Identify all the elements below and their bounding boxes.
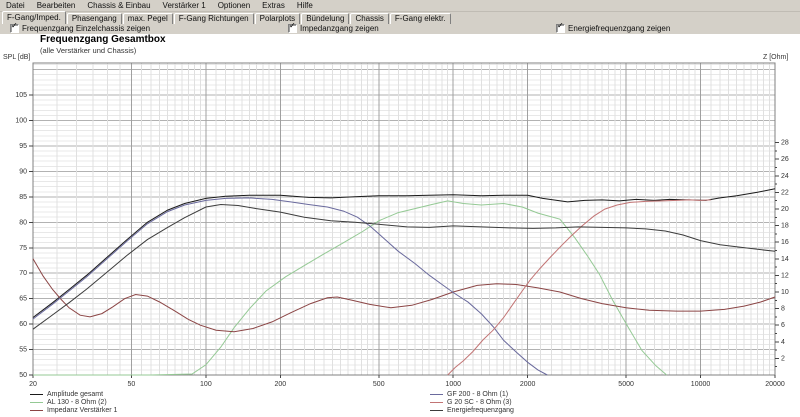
y-right-tick-label: 22 [781,189,789,196]
x-tick-label: 20000 [765,381,785,388]
legend-item: Impedanz Verstärker 1 [30,406,117,414]
y-right-tick-label: 2 [781,355,785,362]
y-left-tick-label: 105 [15,92,27,99]
legend-swatch-icon [30,393,43,395]
y-right-tick-label: 14 [781,256,789,263]
x-tick-label: 10000 [691,381,711,388]
y-left-tick-label: 60 [19,321,27,328]
x-tick-label: 1000 [445,381,461,388]
y-left-tick-label: 100 [15,118,27,125]
y-right-tick-label: 18 [781,223,789,230]
legend-label: Energiefrequenzgang [447,406,514,414]
x-tick-label: 100 [200,381,212,388]
legend-swatch-icon [430,401,443,403]
legend-item: G 20 SC - 8 Ohm (3) [430,398,514,406]
y-right-tick-label: 6 [781,322,785,329]
y-right-tick-label: 12 [781,272,789,279]
x-tick-label: 500 [373,381,385,388]
y-right-tick-label: 4 [781,339,785,346]
x-tick-label: 200 [274,381,286,388]
y-left-tick-label: 50 [19,372,27,379]
y-right-tick-label: 16 [781,239,789,246]
legend-item: AL 130 - 8 Ohm (2) [30,398,117,406]
y-right-tick-label: 24 [781,173,789,180]
y-left-tick-label: 70 [19,270,27,277]
y-right-tick-label: 20 [781,206,789,213]
y-right-tick-label: 26 [781,156,789,163]
y-left-tick-label: 80 [19,219,27,226]
legend-swatch-icon [430,409,443,411]
frequency-response-plot: 20 50 100 200 500 1000 2000 5000 10000 2000010510… [15,62,789,388]
y-right-tick-label: 28 [781,140,789,147]
y-left-tick-label: 65 [19,296,27,303]
y-left-tick-label: 75 [19,245,27,252]
legend-item: GF 200 - 8 Ohm (1) [430,390,514,398]
curve-3 [32,197,548,376]
curve-4 [447,199,711,376]
legend-item: Energiefrequenzgang [430,406,514,414]
y-left-tick-label: 85 [19,194,27,201]
x-tick-label: 50 [128,381,136,388]
y-left-tick-label: 95 [19,143,27,150]
x-tick-label: 20 [29,381,37,388]
legend-label: Impedanz Verstärker 1 [47,406,118,414]
plot-border [32,62,776,376]
x-tick-label: 5000 [618,381,634,388]
y-right-tick-label: 8 [781,306,785,313]
legend-label: GF 200 - 8 Ohm (1) [447,390,509,398]
legend-column-left: Amplitude gesamt AL 130 - 8 Ohm (2) Impeda… [30,390,117,414]
y-right-tick-label: 10 [781,289,789,296]
legend-label: G 20 SC - 8 Ohm (3) [447,398,512,406]
chart-panel: Frequenzgang Gesamtbox (alle Verstärker … [0,34,800,417]
legend-swatch-icon [30,409,43,411]
legend-swatch-icon [30,401,43,403]
x-tick-label: 2000 [520,381,536,388]
y-left-tick-label: 55 [19,347,27,354]
legend-swatch-icon [430,393,443,395]
y-left-tick-label: 90 [19,168,27,175]
legend-item: Amplitude gesamt [30,390,117,398]
curve-2 [32,258,776,333]
legend-column-right: GF 200 - 8 Ohm (1) G 20 SC - 8 Ohm (3) Ene… [430,390,514,414]
legend-label: AL 130 - 8 Ohm (2) [47,398,107,406]
legend-label: Amplitude gesamt [47,390,104,398]
